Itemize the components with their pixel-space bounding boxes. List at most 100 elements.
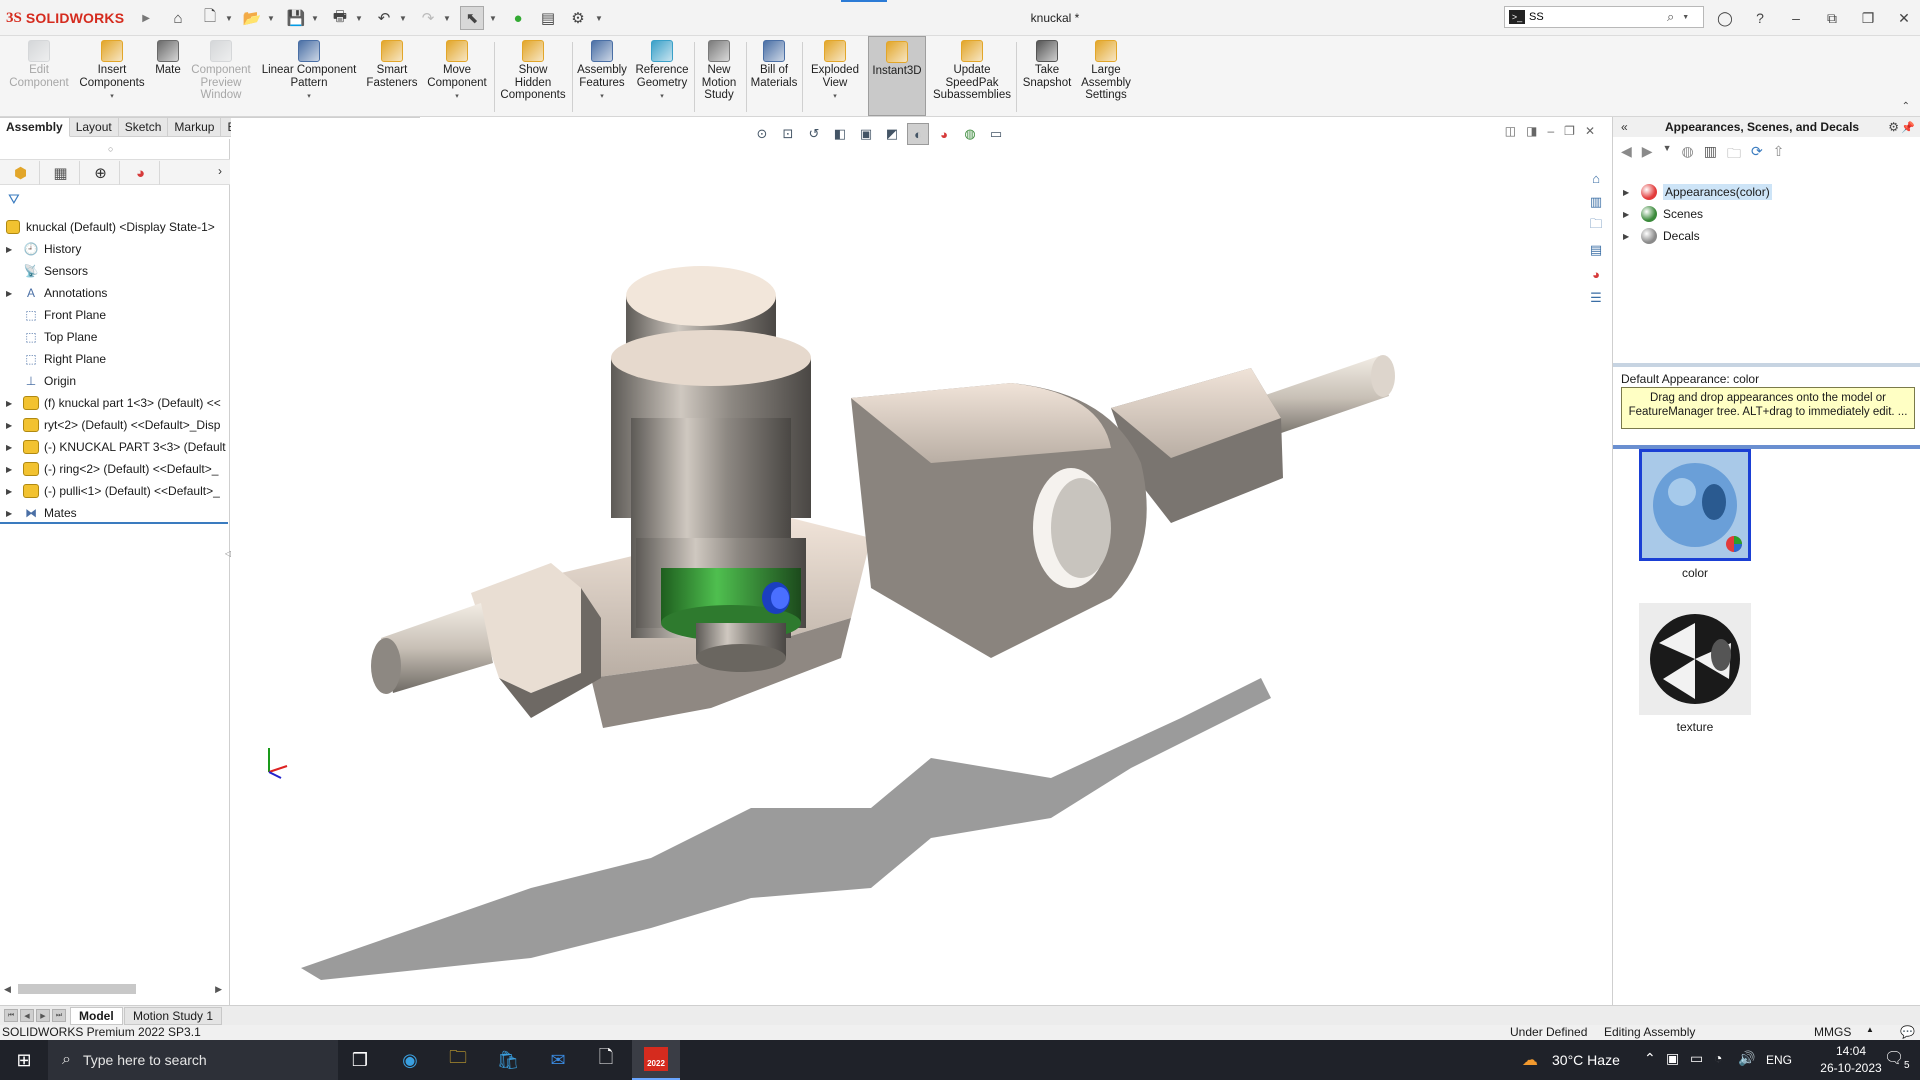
configuration-manager-tab-icon[interactable]: ⊕	[82, 161, 120, 185]
undo-icon[interactable]: ↶	[372, 6, 396, 30]
expand-arrow-icon[interactable]: ▶	[6, 399, 18, 408]
graphics-area[interactable]: ⊙ ⊡ ↺ ◧ ▣ ◩ ◐ ◕ ◍ ▭ ◫ ◨ – ❐ ✕	[231, 118, 1611, 1005]
expand-arrow-icon[interactable]: ▶	[6, 289, 18, 298]
pane-divider[interactable]	[1613, 363, 1920, 367]
pane-options-icon[interactable]: ⚙	[1888, 120, 1899, 134]
show-hidden-components-button[interactable]: Show Hidden Components	[498, 40, 568, 116]
appearance-tree-item[interactable]: ▶ Decals	[1623, 226, 1700, 246]
property-manager-tab-icon[interactable]: ▦	[42, 161, 80, 185]
last-tab-icon[interactable]: ⏭	[52, 1009, 66, 1022]
weather-text[interactable]: 30°C Haze	[1552, 1052, 1620, 1068]
pin-icon[interactable]: 📌	[1901, 121, 1915, 134]
select-cursor-icon[interactable]: ⬉	[460, 6, 484, 30]
language-indicator[interactable]: ENG	[1766, 1053, 1792, 1067]
first-tab-icon[interactable]: ⏮	[4, 1009, 18, 1022]
appearance-tree-item[interactable]: ▶ Scenes	[1623, 204, 1703, 224]
instant3d-button[interactable]: Instant3D	[868, 36, 926, 116]
bill-of-materials-button[interactable]: Bill of Materials	[748, 40, 800, 116]
assembly-features-dropdown-icon[interactable]: ▾	[600, 91, 604, 104]
custom-properties-icon[interactable]: ☰	[1584, 287, 1608, 309]
open-dropdown-icon[interactable]: ▼	[266, 6, 276, 30]
forward-icon[interactable]: ▶	[1642, 143, 1653, 167]
redo-dropdown-icon[interactable]: ▼	[442, 6, 452, 30]
new-dropdown-icon[interactable]: ▼	[224, 6, 234, 30]
tree-item[interactable]: ▶ 🕘 History	[0, 238, 230, 260]
edit-component-button[interactable]: Edit Component	[4, 40, 74, 116]
assembly-features-button[interactable]: Assembly Features ▾	[574, 40, 630, 116]
taskbar-search[interactable]: ⌕ Type here to search	[48, 1040, 338, 1080]
units-dropdown-icon[interactable]: ▲	[1866, 1025, 1874, 1034]
minimize-icon[interactable]: –	[1785, 8, 1807, 28]
windows-start-icon[interactable]: ⊞	[0, 1040, 48, 1080]
mate-button[interactable]: Mate	[150, 40, 186, 116]
tab-model[interactable]: Model	[70, 1007, 123, 1025]
solidworks-taskbar-icon[interactable]: 2022	[632, 1040, 680, 1080]
insert-components-dropdown-icon[interactable]: ▾	[110, 91, 114, 104]
solidworks-resources-icon[interactable]: ⌂	[1584, 167, 1608, 189]
tile-windows-icon[interactable]: ⧉	[1821, 8, 1843, 28]
tree-item[interactable]: ⬚ Front Plane	[0, 304, 230, 326]
solidworks-logo[interactable]: 3S SOLIDWORKS ▶	[6, 8, 150, 28]
view-palette-icon[interactable]: ▤	[1584, 239, 1608, 261]
pane-grip-icon[interactable]: ○	[108, 144, 113, 154]
edge-browser-icon[interactable]: ◉	[386, 1040, 434, 1080]
exploded-view-dropdown-icon[interactable]: ▾	[833, 91, 837, 104]
close-icon[interactable]: ✕	[1893, 8, 1915, 28]
select-dropdown-icon[interactable]: ▼	[488, 6, 498, 30]
up-folder-icon[interactable]: ⇧	[1773, 143, 1785, 167]
clock-time[interactable]: 14:04	[1816, 1044, 1886, 1058]
tooltip-toggle-icon[interactable]: 💬	[1900, 1025, 1915, 1039]
component-preview-window-button[interactable]: Component Preview Window	[188, 40, 254, 116]
tree-item[interactable]: ⬚ Top Plane	[0, 326, 230, 348]
tabs-more-icon[interactable]: ›	[218, 164, 222, 178]
feature-manager-tab-icon[interactable]: ⬢	[2, 161, 40, 185]
tree-item[interactable]: ⬚ Right Plane	[0, 348, 230, 370]
appearance-tree-item[interactable]: ▶ Appearances(color)	[1623, 182, 1772, 202]
search-input[interactable]	[1529, 11, 1659, 23]
meet-now-icon[interactable]: ▣	[1666, 1050, 1679, 1067]
tree-item[interactable]: ⊥ Origin	[0, 370, 230, 392]
search-dropdown-icon[interactable]: ▼	[1682, 14, 1689, 21]
volume-icon[interactable]: 🔊	[1738, 1050, 1755, 1067]
linear-component-pattern-button[interactable]: Linear Component Pattern ▾	[258, 40, 360, 116]
tab-motion-study-1[interactable]: Motion Study 1	[124, 1007, 223, 1025]
document-taskbar-icon[interactable]: 🗋	[582, 1040, 630, 1080]
expand-arrow-icon[interactable]: ▶	[6, 443, 18, 452]
library-icon[interactable]: ▥	[1704, 143, 1717, 167]
file-properties-icon[interactable]: ▤	[536, 6, 560, 30]
refresh-icon[interactable]: ⟳	[1751, 143, 1763, 167]
linear-component-pattern-dropdown-icon[interactable]: ▾	[307, 91, 311, 104]
pane-collapse-handle[interactable]: ◁	[225, 549, 231, 571]
command-search-box[interactable]: >_ ⌕ ▼	[1504, 6, 1704, 28]
knuckle-assembly-model[interactable]	[231, 118, 1611, 1005]
home-icon[interactable]: ⌂	[166, 6, 190, 30]
tree-item[interactable]: ▶ ⧓ Mates	[0, 502, 230, 524]
battery-icon[interactable]: ▭	[1690, 1050, 1703, 1067]
clock-date[interactable]: 26-10-2023	[1816, 1061, 1886, 1075]
notifications-icon[interactable]: 🗨	[1884, 1048, 1904, 1068]
move-component-dropdown-icon[interactable]: ▾	[455, 91, 459, 104]
add-to-library-icon[interactable]: ◍	[1681, 143, 1693, 167]
expand-arrow-icon[interactable]: ▶	[1623, 232, 1637, 241]
print-dropdown-icon[interactable]: ▼	[354, 6, 364, 30]
tree-root[interactable]: knuckal (Default) <Display State-1>	[0, 216, 230, 238]
tree-item[interactable]: ▶ (f) knuckal part 1<3> (Default) <<	[0, 392, 230, 414]
take-snapshot-button[interactable]: Take Snapshot	[1018, 40, 1076, 116]
open-document-icon[interactable]: 📂	[240, 6, 264, 30]
new-document-icon[interactable]: 🗋	[198, 6, 222, 30]
scroll-right-icon[interactable]: ▶	[215, 984, 222, 995]
file-explorer-icon[interactable]: 🗀	[1584, 215, 1608, 237]
smart-fasteners-button[interactable]: Smart Fasteners	[362, 40, 422, 116]
restore-icon[interactable]: ❐	[1857, 8, 1879, 28]
reference-geometry-dropdown-icon[interactable]: ▾	[660, 91, 664, 104]
options-dropdown-icon[interactable]: ▼	[594, 6, 604, 30]
redo-icon[interactable]: ↷	[416, 6, 440, 30]
color-swatch[interactable]	[1639, 449, 1751, 561]
network-icon[interactable]: ◔	[1714, 1050, 1722, 1066]
weather-icon[interactable]: ☁	[1522, 1050, 1538, 1070]
unit-system[interactable]: MMGS	[1814, 1025, 1851, 1039]
help-icon[interactable]: ?	[1749, 8, 1771, 28]
collapse-pane-icon[interactable]: «	[1621, 120, 1628, 134]
add-folder-icon[interactable]: 🗀	[1727, 143, 1741, 167]
texture-swatch[interactable]	[1639, 603, 1751, 715]
